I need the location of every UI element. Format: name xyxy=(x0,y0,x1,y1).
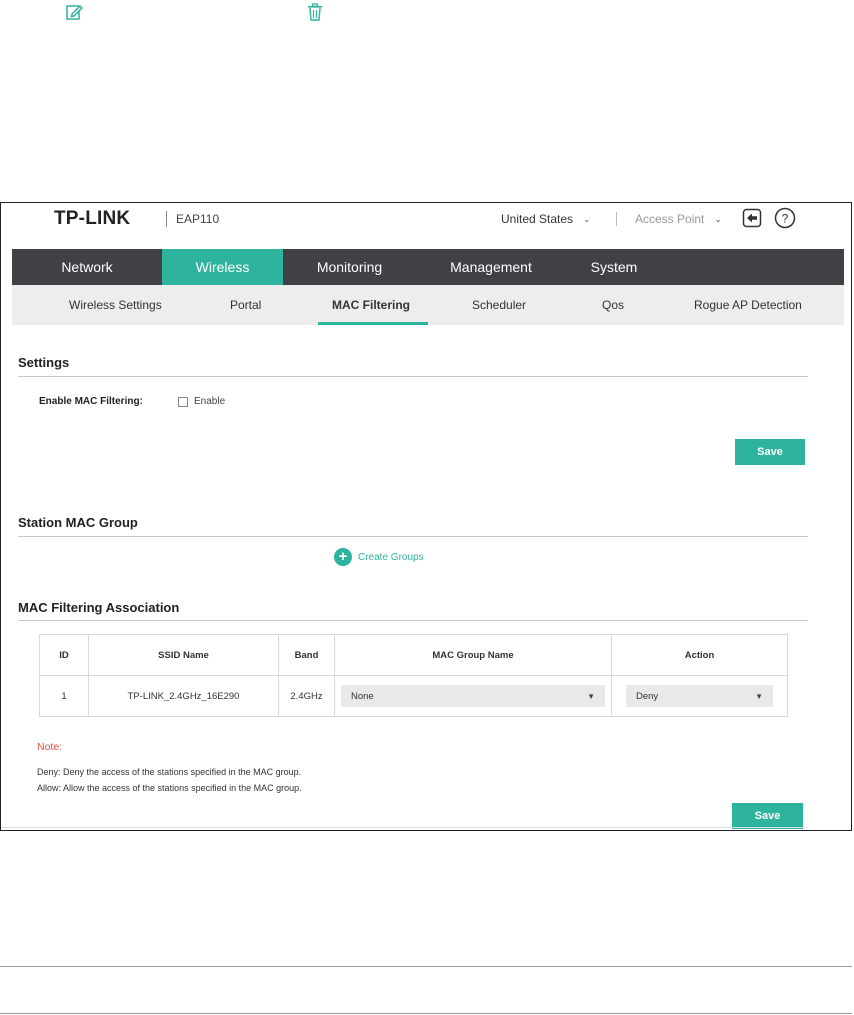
country-value: United States xyxy=(501,212,574,226)
station-mac-group-title: Station MAC Group xyxy=(18,515,138,530)
chevron-down-icon: ⌄ xyxy=(714,213,722,224)
subnav-wireless-settings[interactable]: Wireless Settings xyxy=(69,285,162,325)
screenshot-frame: TP-LINK EAP110 United States ⌄ Access Po… xyxy=(0,202,852,831)
settings-divider xyxy=(18,376,808,377)
nav-system[interactable]: System xyxy=(566,249,662,285)
mac-group-cell: None ▼ xyxy=(334,675,612,717)
enable-mac-filtering-label: Enable MAC Filtering: xyxy=(39,396,143,407)
station-group-divider xyxy=(18,536,808,537)
chevron-down-icon: ⌄ xyxy=(583,213,591,224)
trash-icon[interactable] xyxy=(305,2,325,22)
topbar-divider xyxy=(616,212,617,226)
device-model: EAP110 xyxy=(176,212,220,226)
top-bar: TP-LINK EAP110 United States ⌄ Access Po… xyxy=(12,203,844,249)
subnav-qos[interactable]: Qos xyxy=(602,285,624,325)
note-title: Note: xyxy=(37,741,63,753)
col-action: Action xyxy=(611,634,788,676)
subnav-rogue-ap-detection[interactable]: Rogue AP Detection xyxy=(694,285,802,325)
enable-checkbox[interactable] xyxy=(178,397,188,407)
nav-wireless[interactable]: Wireless xyxy=(162,249,283,285)
mode-value: Access Point xyxy=(635,212,705,226)
association-divider xyxy=(18,620,808,621)
mac-group-value: None xyxy=(351,690,374,702)
svg-text:?: ? xyxy=(782,212,789,226)
brand-logo: TP-LINK xyxy=(54,208,131,229)
create-groups-label: Create Groups xyxy=(358,551,424,563)
action-cell: Deny ▼ xyxy=(611,675,788,717)
dropdown-arrow-icon: ▼ xyxy=(587,691,595,701)
settings-title: Settings xyxy=(18,355,70,370)
dropdown-arrow-icon: ▼ xyxy=(755,691,763,701)
table-header-row: ID SSID Name Band MAC Group Name Action xyxy=(39,634,788,676)
col-ssid-name: SSID Name xyxy=(88,634,279,676)
logout-icon[interactable] xyxy=(741,207,763,229)
association-table: ID SSID Name Band MAC Group Name Action … xyxy=(39,634,788,717)
col-band: Band xyxy=(278,634,335,676)
enable-checkbox-label[interactable]: Enable xyxy=(194,396,225,407)
main-nav: Network Wireless Monitoring Management S… xyxy=(12,249,844,285)
subnav-mac-filtering[interactable]: MAC Filtering xyxy=(332,285,410,325)
active-tab-indicator xyxy=(318,322,428,325)
help-icon[interactable]: ? xyxy=(774,207,796,229)
mac-filtering-association-title: MAC Filtering Association xyxy=(18,600,180,615)
col-mac-group-name: MAC Group Name xyxy=(334,634,612,676)
create-groups-button[interactable]: + Create Groups xyxy=(334,548,424,566)
row-band: 2.4GHz xyxy=(278,675,335,717)
nav-management[interactable]: Management xyxy=(416,249,566,285)
row-ssid: TP-LINK_2.4GHz_16E290 xyxy=(88,675,279,717)
subnav-scheduler[interactable]: Scheduler xyxy=(472,285,526,325)
mac-group-select[interactable]: None ▼ xyxy=(341,685,605,707)
note-deny-line: Deny: Deny the access of the stations sp… xyxy=(37,767,302,777)
country-select[interactable]: United States ⌄ xyxy=(501,212,591,226)
page-rule-top xyxy=(0,966,852,967)
action-select[interactable]: Deny ▼ xyxy=(626,685,773,707)
association-save-button[interactable]: Save xyxy=(732,803,803,829)
edit-icon[interactable] xyxy=(64,2,84,22)
nav-network[interactable]: Network xyxy=(12,249,162,285)
sub-nav: Wireless Settings Portal MAC Filtering S… xyxy=(12,285,844,325)
page-rule-bottom xyxy=(0,1013,852,1014)
plus-circle-icon: + xyxy=(334,548,352,566)
note-allow-line: Allow: Allow the access of the stations … xyxy=(37,783,302,793)
subnav-portal[interactable]: Portal xyxy=(230,285,261,325)
action-value: Deny xyxy=(636,690,659,702)
bottom-divider xyxy=(1,827,806,828)
nav-monitoring[interactable]: Monitoring xyxy=(283,249,416,285)
table-row: 1 TP-LINK_2.4GHz_16E290 2.4GHz None ▼ De… xyxy=(39,675,788,717)
row-id: 1 xyxy=(39,675,89,717)
settings-save-button[interactable]: Save xyxy=(735,439,805,465)
mode-select[interactable]: Access Point ⌄ xyxy=(635,212,722,226)
col-id: ID xyxy=(39,634,89,676)
logo-divider xyxy=(166,211,167,227)
